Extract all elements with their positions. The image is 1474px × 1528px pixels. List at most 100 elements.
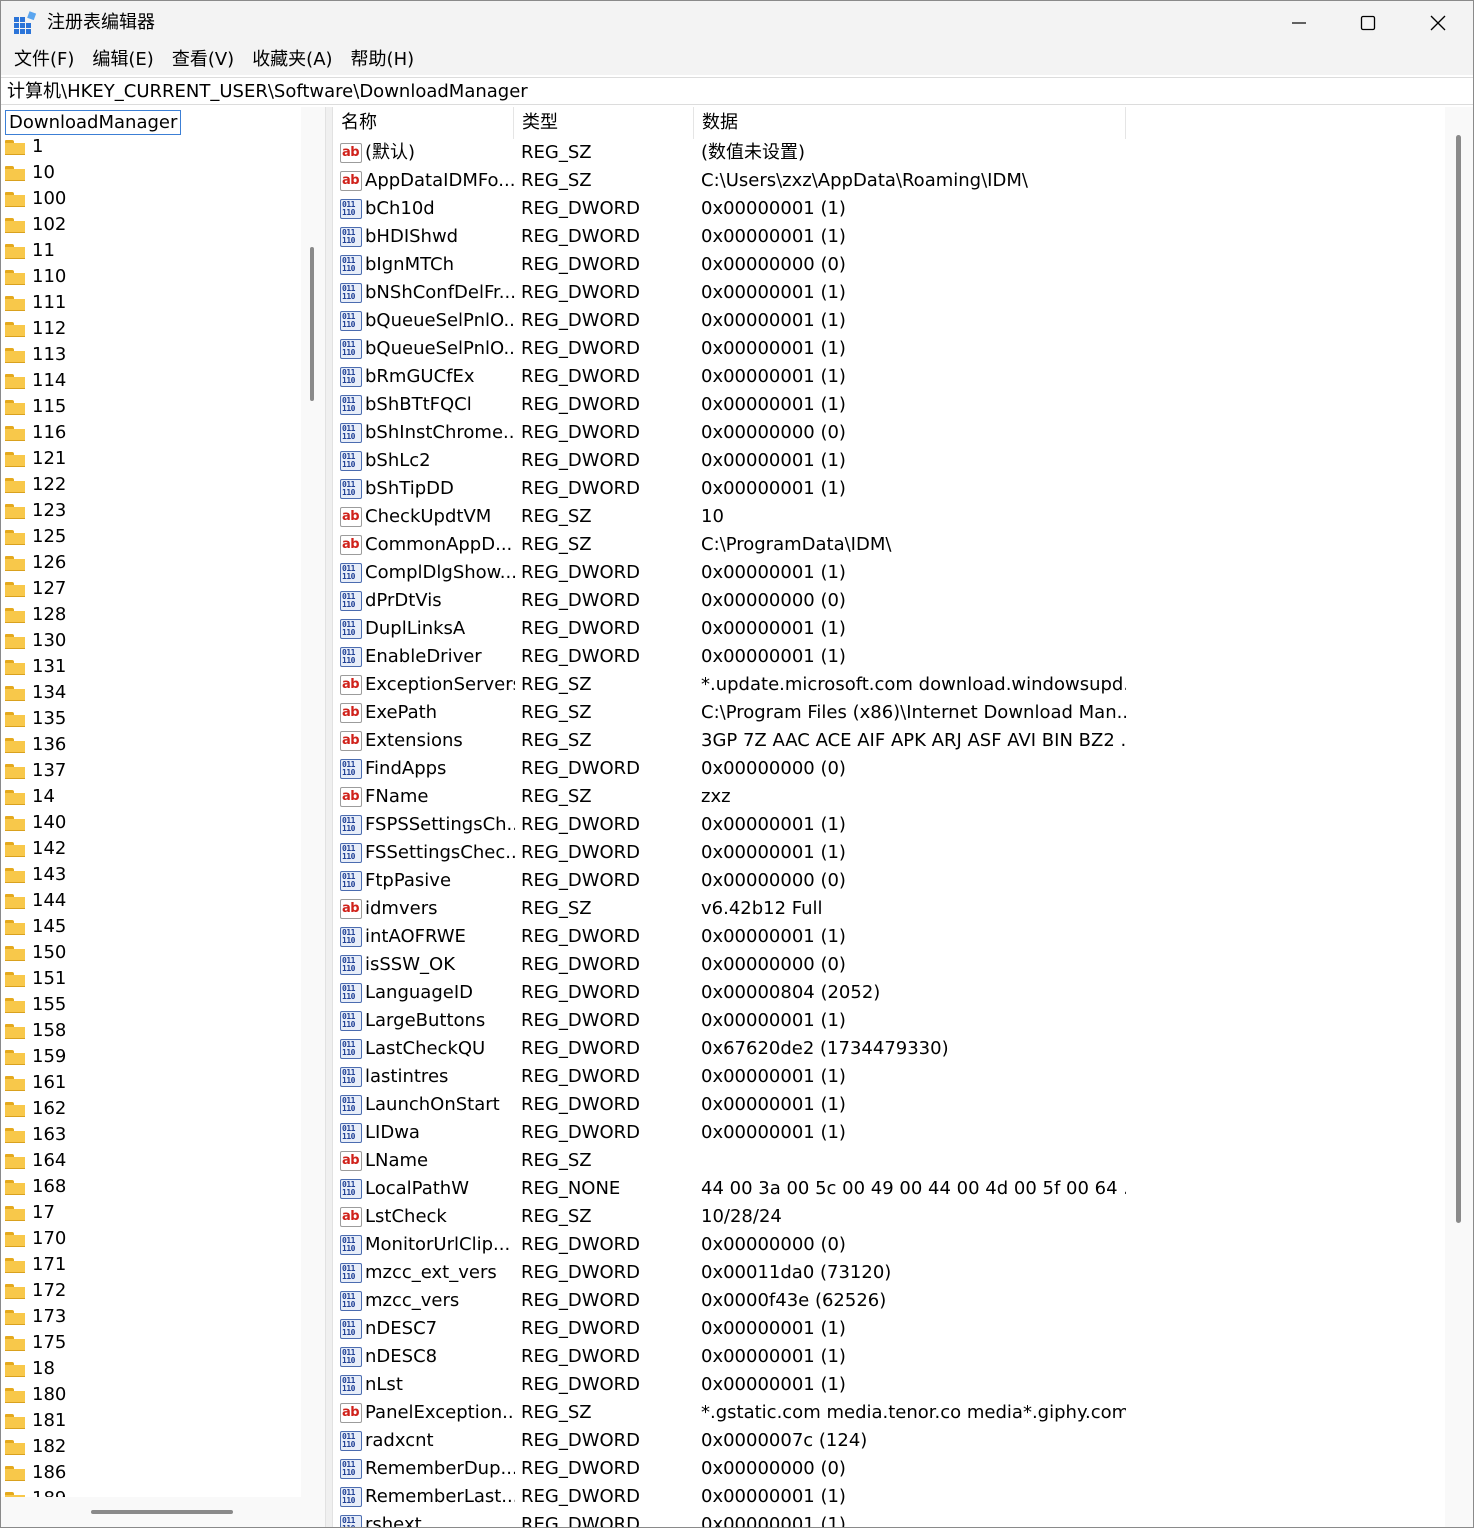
- tree-item[interactable]: 161: [5, 1070, 66, 1096]
- tree-item[interactable]: 122: [5, 472, 66, 498]
- value-row[interactable]: 011 110 LargeButtons REG_DWORD 0x00000001 (1…: [333, 1007, 1445, 1035]
- tree-item[interactable]: 155: [5, 992, 66, 1018]
- value-row[interactable]: 011 110 bShTipDD REG_DWORD 0x00000001 (1): [333, 475, 1445, 503]
- value-row[interactable]: 011 110 bRmGUCfEx REG_DWORD 0x00000001 (1): [333, 363, 1445, 391]
- value-row[interactable]: 011 110 bIgnMTCh REG_DWORD 0x00000000 (0): [333, 251, 1445, 279]
- tree-item[interactable]: 127: [5, 576, 66, 602]
- tree-item[interactable]: 125: [5, 524, 66, 550]
- value-row[interactable]: 011 110 LastCheckQU REG_DWORD 0x67620de2 (17…: [333, 1035, 1445, 1063]
- tree-item[interactable]: 144: [5, 888, 66, 914]
- tree-item[interactable]: 180: [5, 1382, 66, 1408]
- tree-item[interactable]: 116: [5, 420, 66, 446]
- tree-horizontal-scrollbar[interactable]: [1, 1497, 325, 1527]
- value-row[interactable]: 011 110 bShLc2 REG_DWORD 0x00000001 (1): [333, 447, 1445, 475]
- menu-file[interactable]: 文件(F): [5, 46, 83, 74]
- menu-view[interactable]: 查看(V): [163, 46, 243, 74]
- column-header-name[interactable]: 名称: [333, 107, 514, 139]
- value-row[interactable]: ab FName REG_SZ zxz: [333, 783, 1445, 811]
- tree-item[interactable]: 170: [5, 1226, 66, 1252]
- value-row[interactable]: ab AppDataIDMFo... REG_SZ C:\Users\zxz\AppD…: [333, 167, 1445, 195]
- value-row[interactable]: 011 110 RememberDup... REG_DWORD 0x00000000 …: [333, 1455, 1445, 1483]
- value-row[interactable]: 011 110 EnableDriver REG_DWORD 0x00000001 (1…: [333, 643, 1445, 671]
- tree-item[interactable]: 164: [5, 1148, 66, 1174]
- tree-item[interactable]: 134: [5, 680, 66, 706]
- value-row[interactable]: 011110rshext REG_DWORD 0x00000001 (1): [333, 1511, 1445, 1527]
- tree-item[interactable]: 110: [5, 264, 66, 290]
- value-row[interactable]: ab PanelException... REG_SZ *.gstatic.com m…: [333, 1399, 1445, 1427]
- tree-item[interactable]: 142: [5, 836, 66, 862]
- value-row[interactable]: 011 110 FSPSSettingsCh... REG_DWORD 0x000000…: [333, 811, 1445, 839]
- value-row[interactable]: 011 110 LIDwa REG_DWORD 0x00000001 (1): [333, 1119, 1445, 1147]
- tree-item[interactable]: 114: [5, 368, 66, 394]
- menu-edit[interactable]: 编辑(E): [83, 46, 162, 74]
- tree-item[interactable]: 100: [5, 186, 66, 212]
- tree-item[interactable]: 143: [5, 862, 66, 888]
- tree-item[interactable]: 115: [5, 394, 66, 420]
- tree-item[interactable]: 131: [5, 654, 66, 680]
- value-row[interactable]: ab LName REG_SZ: [333, 1147, 1445, 1175]
- value-row[interactable]: 011 110 isSSW_OK REG_DWORD 0x00000000 (0): [333, 951, 1445, 979]
- value-row[interactable]: 011 110 bQueueSelPnlO... REG_DWORD 0x0000000…: [333, 335, 1445, 363]
- value-row[interactable]: 011 110 bHDIShwd REG_DWORD 0x00000001 (1): [333, 223, 1445, 251]
- tree-item[interactable]: 173: [5, 1304, 66, 1330]
- value-row[interactable]: ab CheckUpdtVM REG_SZ 10: [333, 503, 1445, 531]
- value-row[interactable]: 011 110 bQueueSelPnlO... REG_DWORD 0x0000000…: [333, 307, 1445, 335]
- value-row[interactable]: 011 110 RememberLast... REG_DWORD 0x00000001…: [333, 1483, 1445, 1511]
- value-row[interactable]: 011 110 bCh10d REG_DWORD 0x00000001 (1): [333, 195, 1445, 223]
- value-row[interactable]: ab ExePath REG_SZ C:\Program Files (x86)\In…: [333, 699, 1445, 727]
- tree-item[interactable]: 111: [5, 290, 66, 316]
- value-row[interactable]: 011 110 LaunchOnStart REG_DWORD 0x00000001 (…: [333, 1091, 1445, 1119]
- tree-item[interactable]: 113: [5, 342, 66, 368]
- address-path[interactable]: 计算机\HKEY_CURRENT_USER\Software\DownloadM…: [7, 80, 528, 104]
- tree-item-selected[interactable]: DownloadManager: [5, 110, 182, 135]
- value-row[interactable]: 011 110 mzcc_ext_vers REG_DWORD 0x00011da0 (…: [333, 1259, 1445, 1287]
- value-row[interactable]: 011 110 bShInstChrome... REG_DWORD 0x0000000…: [333, 419, 1445, 447]
- tree-item[interactable]: 181: [5, 1408, 66, 1434]
- value-row[interactable]: 011 110 bShBTtFQCl REG_DWORD 0x00000001 (1): [333, 391, 1445, 419]
- value-row[interactable]: ab CommonAppD... REG_SZ C:\ProgramData\IDM\: [333, 531, 1445, 559]
- tree-item[interactable]: 145: [5, 914, 66, 940]
- tree-item[interactable]: 136: [5, 732, 66, 758]
- value-row[interactable]: 011 110 intAOFRWE REG_DWORD 0x00000001 (1): [333, 923, 1445, 951]
- value-row[interactable]: 011 110 nDESC7 REG_DWORD 0x00000001 (1): [333, 1315, 1445, 1343]
- value-row[interactable]: 011 110 LanguageID REG_DWORD 0x00000804 (205…: [333, 979, 1445, 1007]
- value-row[interactable]: 011 110 FindApps REG_DWORD 0x00000000 (0): [333, 755, 1445, 783]
- value-row[interactable]: ab Extensions REG_SZ 3GP 7Z AAC ACE AIF APK…: [333, 727, 1445, 755]
- tree-item[interactable]: 11: [5, 238, 55, 264]
- tree-item[interactable]: 140: [5, 810, 66, 836]
- value-row[interactable]: 011 110 nLst REG_DWORD 0x00000001 (1): [333, 1371, 1445, 1399]
- value-row[interactable]: ab LstCheck REG_SZ 10/28/24: [333, 1203, 1445, 1231]
- value-row[interactable]: 011 110 mzcc_vers REG_DWORD 0x0000f43e (6252…: [333, 1287, 1445, 1315]
- value-row[interactable]: 011 110 DuplLinksA REG_DWORD 0x00000001 (1): [333, 615, 1445, 643]
- tree-item[interactable]: 186: [5, 1460, 66, 1486]
- list-vertical-scroll-thumb[interactable]: [1456, 135, 1461, 1223]
- tree-item[interactable]: 158: [5, 1018, 66, 1044]
- value-row[interactable]: 011 110 MonitorUrlClip... REG_DWORD 0x000000…: [333, 1231, 1445, 1259]
- tree-vertical-scrollbar[interactable]: [301, 107, 325, 1497]
- tree-item[interactable]: 17: [5, 1200, 55, 1226]
- value-row[interactable]: 011 110 FtpPasive REG_DWORD 0x00000000 (0): [333, 867, 1445, 895]
- tree-item[interactable]: 128: [5, 602, 66, 628]
- tree-item[interactable]: 126: [5, 550, 66, 576]
- value-row[interactable]: 011 110 LocalPathW REG_NONE 44 00 3a 00 5c 0…: [333, 1175, 1445, 1203]
- list-vertical-scrollbar[interactable]: [1445, 107, 1473, 1527]
- tree-item[interactable]: 163: [5, 1122, 66, 1148]
- value-row[interactable]: 011 110 bNShConfDelFr... REG_DWORD 0x0000000…: [333, 279, 1445, 307]
- tree-item[interactable]: 10: [5, 160, 55, 186]
- value-row[interactable]: 011 110 FSSettingsChec... REG_DWORD 0x000000…: [333, 839, 1445, 867]
- tree-item[interactable]: 18: [5, 1356, 55, 1382]
- tree-item[interactable]: 137: [5, 758, 66, 784]
- tree-item[interactable]: 135: [5, 706, 66, 732]
- tree-item[interactable]: 171: [5, 1252, 66, 1278]
- tree-vertical-scroll-thumb[interactable]: [310, 247, 314, 401]
- tree-item[interactable]: 112: [5, 316, 66, 342]
- value-row[interactable]: 011 110 radxcnt REG_DWORD 0x0000007c (124): [333, 1427, 1445, 1455]
- maximize-button[interactable]: [1333, 1, 1403, 45]
- tree-item[interactable]: 182: [5, 1434, 66, 1460]
- tree-item[interactable]: 123: [5, 498, 66, 524]
- value-row[interactable]: 011 110 dPrDtVis REG_DWORD 0x00000000 (0): [333, 587, 1445, 615]
- value-row[interactable]: ab ExceptionServers REG_SZ *.update.microso…: [333, 671, 1445, 699]
- minimize-button[interactable]: [1264, 1, 1334, 45]
- tree-item[interactable]: 150: [5, 940, 66, 966]
- tree-item[interactable]: 14: [5, 784, 55, 810]
